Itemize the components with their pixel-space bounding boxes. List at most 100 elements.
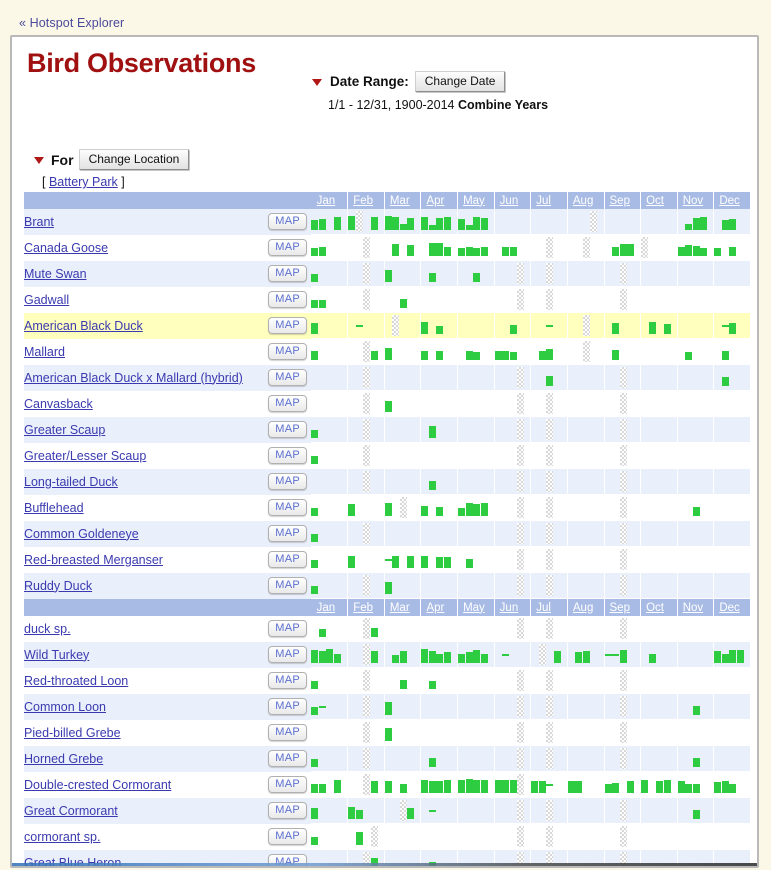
map-button[interactable]: MAP (268, 620, 307, 638)
species-link[interactable]: cormorant sp. (24, 830, 100, 844)
month-header-aug[interactable]: Aug (567, 192, 605, 209)
map-button[interactable]: MAP (268, 343, 307, 360)
empty-bin (641, 642, 648, 667)
species-link[interactable]: Pied-billed Grebe (24, 726, 121, 740)
month-header-feb[interactable]: Feb (347, 192, 385, 209)
empty-bin (605, 616, 612, 641)
bin-group (495, 573, 531, 598)
empty-bin (334, 313, 341, 338)
empty-bin (348, 287, 355, 312)
observation-bar (436, 642, 444, 667)
map-button[interactable]: MAP (268, 724, 307, 741)
map-button[interactable]: MAP (268, 551, 307, 568)
breadcrumb[interactable]: « Hotspot Explorer (19, 16, 124, 30)
map-button[interactable]: MAP (268, 750, 307, 767)
species-link[interactable]: duck sp. (24, 622, 71, 636)
month-header-oct[interactable]: Oct (640, 192, 678, 209)
map-button[interactable]: MAP (268, 577, 307, 594)
month-header-jun[interactable]: Jun (494, 598, 532, 616)
month-header-dec[interactable]: Dec (713, 598, 751, 616)
month-header-may[interactable]: May (457, 192, 495, 209)
map-button[interactable]: MAP (268, 291, 307, 308)
empty-bin (737, 495, 744, 520)
map-button[interactable]: MAP (268, 828, 307, 845)
species-link[interactable]: Gadwall (24, 293, 69, 307)
map-button[interactable]: MAP (268, 265, 307, 282)
month-header-oct[interactable]: Oct (640, 598, 678, 616)
species-link[interactable]: Brant (24, 215, 54, 229)
species-link[interactable]: Mute Swan (24, 267, 87, 281)
map-button[interactable]: MAP (268, 776, 307, 793)
map-button[interactable]: MAP (268, 672, 307, 689)
location-link[interactable]: Battery Park (49, 175, 118, 189)
empty-bin (714, 668, 721, 693)
species-link[interactable]: Mallard (24, 345, 65, 359)
no-data-marker (517, 618, 525, 639)
month-cell-aug (567, 823, 605, 850)
species-link[interactable]: Common Goldeneye (24, 527, 139, 541)
species-link[interactable]: Canvasback (24, 397, 93, 411)
species-link[interactable]: Red-breasted Merganser (24, 553, 163, 567)
map-button[interactable]: MAP (268, 239, 307, 256)
month-cell-apr (420, 693, 459, 720)
map-button[interactable]: MAP (268, 317, 307, 334)
month-header-nov[interactable]: Nov (677, 598, 715, 616)
empty-bin (392, 261, 399, 286)
breadcrumb-link[interactable]: « Hotspot Explorer (19, 16, 124, 30)
month-header-jan[interactable]: Jan (311, 192, 349, 209)
species-link[interactable]: Greater Scaup (24, 423, 105, 437)
species-link[interactable]: Great Blue Heron (24, 856, 121, 867)
observation-bar (729, 642, 737, 667)
month-header-sep[interactable]: Sep (604, 598, 642, 616)
species-link[interactable]: Bufflehead (24, 501, 84, 515)
species-link[interactable]: American Black Duck (24, 319, 143, 333)
species-link[interactable]: Great Cormorant (24, 804, 118, 818)
map-button[interactable]: MAP (268, 213, 307, 231)
species-link[interactable]: Red-throated Loon (24, 674, 128, 688)
month-header-may[interactable]: May (457, 598, 495, 616)
month-header-apr[interactable]: Apr (420, 192, 459, 209)
month-header-jan[interactable]: Jan (311, 598, 349, 616)
month-header-jul[interactable]: Jul (530, 598, 568, 616)
map-button[interactable]: MAP (268, 395, 307, 412)
species-link[interactable]: Ruddy Duck (24, 579, 92, 593)
species-link[interactable]: Long-tailed Duck (24, 475, 118, 489)
empty-bin (583, 365, 590, 390)
map-button[interactable]: MAP (268, 802, 307, 819)
species-link[interactable]: Canada Goose (24, 241, 108, 255)
empty-bin (612, 668, 619, 693)
species-link[interactable]: Common Loon (24, 700, 106, 714)
month-header-dec[interactable]: Dec (713, 192, 751, 209)
month-header-mar[interactable]: Mar (384, 598, 422, 616)
species-link[interactable]: Horned Grebe (24, 752, 103, 766)
month-cell-aug (567, 693, 605, 720)
bin-group (568, 443, 604, 468)
month-header-nov[interactable]: Nov (677, 192, 715, 209)
species-link[interactable]: Double-crested Cormorant (24, 778, 171, 792)
empty-bin (444, 495, 451, 520)
month-header-mar[interactable]: Mar (384, 192, 422, 209)
month-header-jun[interactable]: Jun (494, 192, 532, 209)
month-header-jul[interactable]: Jul (530, 192, 568, 209)
map-button[interactable]: MAP (268, 499, 307, 516)
map-button[interactable]: MAP (268, 525, 307, 542)
map-button[interactable]: MAP (268, 369, 307, 386)
month-header-aug[interactable]: Aug (567, 598, 605, 616)
empty-bin (407, 616, 414, 641)
empty-bin (575, 339, 582, 364)
map-button[interactable]: MAP (268, 473, 307, 490)
map-button[interactable]: MAP (268, 698, 307, 715)
species-link[interactable]: Greater/Lesser Scaup (24, 449, 146, 463)
month-header-apr[interactable]: Apr (420, 598, 459, 616)
map-button[interactable]: MAP (268, 646, 307, 663)
map-button[interactable]: MAP (268, 447, 307, 464)
month-header-feb[interactable]: Feb (347, 598, 385, 616)
change-date-button[interactable]: Change Date (414, 71, 506, 92)
change-location-button[interactable]: Change Location (78, 149, 190, 170)
species-link[interactable]: Wild Turkey (24, 648, 89, 662)
month-header-sep[interactable]: Sep (604, 192, 642, 209)
map-button[interactable]: MAP (268, 421, 307, 438)
empty-bin (363, 824, 370, 849)
empty-bin (531, 720, 538, 745)
species-link[interactable]: American Black Duck x Mallard (hybrid) (24, 371, 243, 385)
